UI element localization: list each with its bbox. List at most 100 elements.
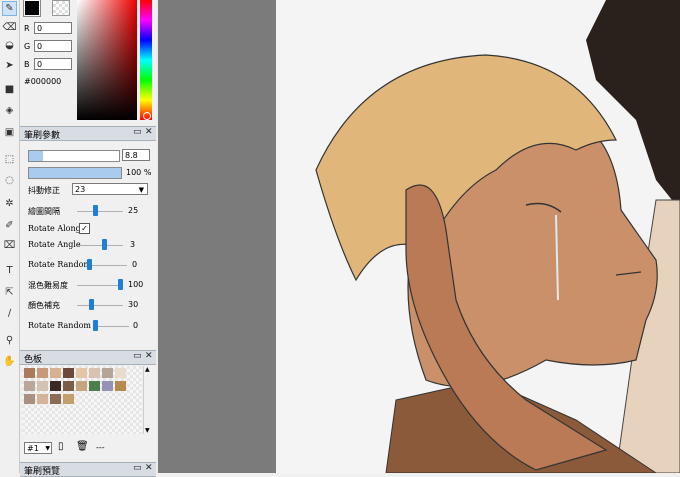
palette-swatch[interactable] <box>89 381 100 391</box>
palette-swatch[interactable] <box>76 368 87 378</box>
palette-more[interactable]: --- <box>96 443 105 452</box>
palette-swatch[interactable] <box>76 381 87 391</box>
rotate-angle-slider[interactable] <box>77 245 123 246</box>
rotate-random-slider-knob[interactable] <box>87 259 92 270</box>
divide-tool-icon[interactable]: ∕ <box>2 306 17 321</box>
select-pen-icon[interactable]: ✐ <box>2 218 17 233</box>
select-eraser-icon[interactable]: ⌧ <box>2 238 17 253</box>
panel-float-icon[interactable]: ▭ <box>133 351 142 361</box>
lasso-tool-icon[interactable]: ◌ <box>2 173 17 188</box>
color-fill-slider[interactable] <box>77 305 123 306</box>
palette-swatch[interactable] <box>37 394 48 404</box>
spacing-slider-knob[interactable] <box>93 205 99 216</box>
operation-tool-icon[interactable]: ⇱ <box>2 285 17 300</box>
g-input[interactable]: 0 <box>34 40 72 52</box>
correction-label: 抖動修正 <box>28 186 60 195</box>
correction-select[interactable]: 23 ▼ <box>72 183 148 195</box>
transparent-color-swatch[interactable] <box>52 0 70 16</box>
rotate-random-2-slider[interactable] <box>93 326 129 327</box>
palette-swatch[interactable] <box>102 381 113 391</box>
color-fill-label: 顏色補充 <box>28 301 60 310</box>
rotate-random-slider[interactable] <box>87 265 127 266</box>
palette-preset-value: #1 <box>27 444 39 453</box>
smudge-tool-icon[interactable]: ◒ <box>2 38 17 53</box>
mix-difficulty-label: 混色難易度 <box>28 281 68 290</box>
panel-close-icon[interactable]: ✕ <box>145 463 153 473</box>
r-input[interactable]: 0 <box>34 22 72 34</box>
palette-scrollbar[interactable]: ▲ ▼ <box>143 366 153 434</box>
artwork <box>315 0 680 473</box>
brush-panel-titlebar: 筆刷參數 ▭ ✕ <box>20 126 156 141</box>
palette-swatch[interactable] <box>24 368 35 378</box>
spacing-label: 繪圖間隔 <box>28 207 60 216</box>
palette-swatch[interactable] <box>24 381 35 391</box>
scroll-down-icon[interactable]: ▼ <box>145 427 150 434</box>
chevron-down-icon: ▼ <box>138 186 144 194</box>
rotate-angle-slider-knob[interactable] <box>101 239 107 250</box>
mix-difficulty-slider-knob[interactable] <box>118 279 123 290</box>
g-label: G <box>24 42 31 51</box>
magic-wand-icon[interactable]: ✲ <box>2 196 17 211</box>
brush-preview-titlebar: 筆刷預覽 ▭ ✕ <box>20 462 156 477</box>
bucket-tool-icon[interactable]: ◈ <box>2 103 17 118</box>
palette-swatch[interactable] <box>50 381 61 391</box>
palette-swatch[interactable] <box>50 394 61 404</box>
panel-close-icon[interactable]: ✕ <box>145 351 153 361</box>
chevron-down-icon: ▼ <box>45 445 50 452</box>
trash-icon[interactable]: 🗑 <box>76 441 89 452</box>
hue-marker <box>143 112 151 120</box>
rect-select-icon[interactable]: ⬚ <box>2 152 17 167</box>
palette-swatch[interactable] <box>102 368 113 378</box>
palette-swatch[interactable] <box>37 381 48 391</box>
rotate-angle-value: 3 <box>130 240 136 249</box>
rotate-along-checkbox[interactable]: ✓ <box>79 223 90 234</box>
gradient-tool-icon[interactable]: ▣ <box>2 125 17 140</box>
pen-tool-icon[interactable]: ✎ <box>2 1 17 16</box>
palette-preset-select[interactable]: #1 ▼ <box>24 442 52 454</box>
eraser-tool-icon[interactable]: ⌫ <box>2 20 17 35</box>
r-label: R <box>24 24 30 33</box>
palette-swatch[interactable] <box>115 381 126 391</box>
text-tool-icon[interactable]: T <box>2 263 17 278</box>
palette-grid <box>22 366 142 434</box>
new-page-icon[interactable]: ▯ <box>58 441 64 452</box>
rotate-random-label: Rotate Random <box>28 260 91 269</box>
palette-swatch[interactable] <box>37 368 48 378</box>
brush-size-bar[interactable] <box>28 150 120 162</box>
saturation-value-picker[interactable] <box>77 0 137 120</box>
spacing-slider[interactable] <box>77 211 123 212</box>
brush-size-input[interactable]: 8.8 <box>122 149 150 161</box>
drawing-canvas[interactable] <box>276 0 680 473</box>
foreground-color-swatch[interactable] <box>23 0 41 17</box>
spacing-value: 25 <box>128 206 139 215</box>
panel-close-icon[interactable]: ✕ <box>145 127 153 137</box>
rotate-random-value: 0 <box>132 260 138 269</box>
palette-swatch[interactable] <box>24 394 35 404</box>
side-panel: R 0 G 0 B 0 #000000 筆刷參數 ▭ ✕ 8.8 100 % 抖… <box>20 0 156 477</box>
palette-swatch[interactable] <box>63 381 74 391</box>
fill-tool-icon[interactable]: ■ <box>2 82 17 97</box>
palette-swatch[interactable] <box>50 368 61 378</box>
palette-panel-title: 色板 <box>24 355 43 365</box>
panel-float-icon[interactable]: ▭ <box>133 127 142 137</box>
hand-tool-icon[interactable]: ✋ <box>2 354 17 369</box>
brush-panel-title: 筆刷參數 <box>24 131 61 141</box>
palette-swatch[interactable] <box>115 368 126 378</box>
eyedropper-icon[interactable]: ⚲ <box>2 333 17 348</box>
panel-float-icon[interactable]: ▭ <box>133 463 142 473</box>
hue-slider[interactable] <box>140 0 152 120</box>
palette-swatch[interactable] <box>63 368 74 378</box>
palette-swatch[interactable] <box>89 368 100 378</box>
b-input[interactable]: 0 <box>34 58 72 70</box>
opacity-value: 100 % <box>126 168 152 177</box>
rotate-random-2-slider-knob[interactable] <box>93 320 98 331</box>
scroll-up-icon[interactable]: ▲ <box>145 366 150 373</box>
color-fill-slider-knob[interactable] <box>89 299 95 310</box>
move-tool-icon[interactable]: ➤ <box>2 58 17 73</box>
opacity-bar[interactable] <box>28 167 122 179</box>
palette-swatch[interactable] <box>63 394 74 404</box>
rotate-along-label: Rotate Along <box>28 224 81 233</box>
palette-panel-titlebar: 色板 ▭ ✕ <box>20 350 156 365</box>
mix-difficulty-value: 100 <box>128 280 144 289</box>
mix-difficulty-slider[interactable] <box>77 285 123 286</box>
